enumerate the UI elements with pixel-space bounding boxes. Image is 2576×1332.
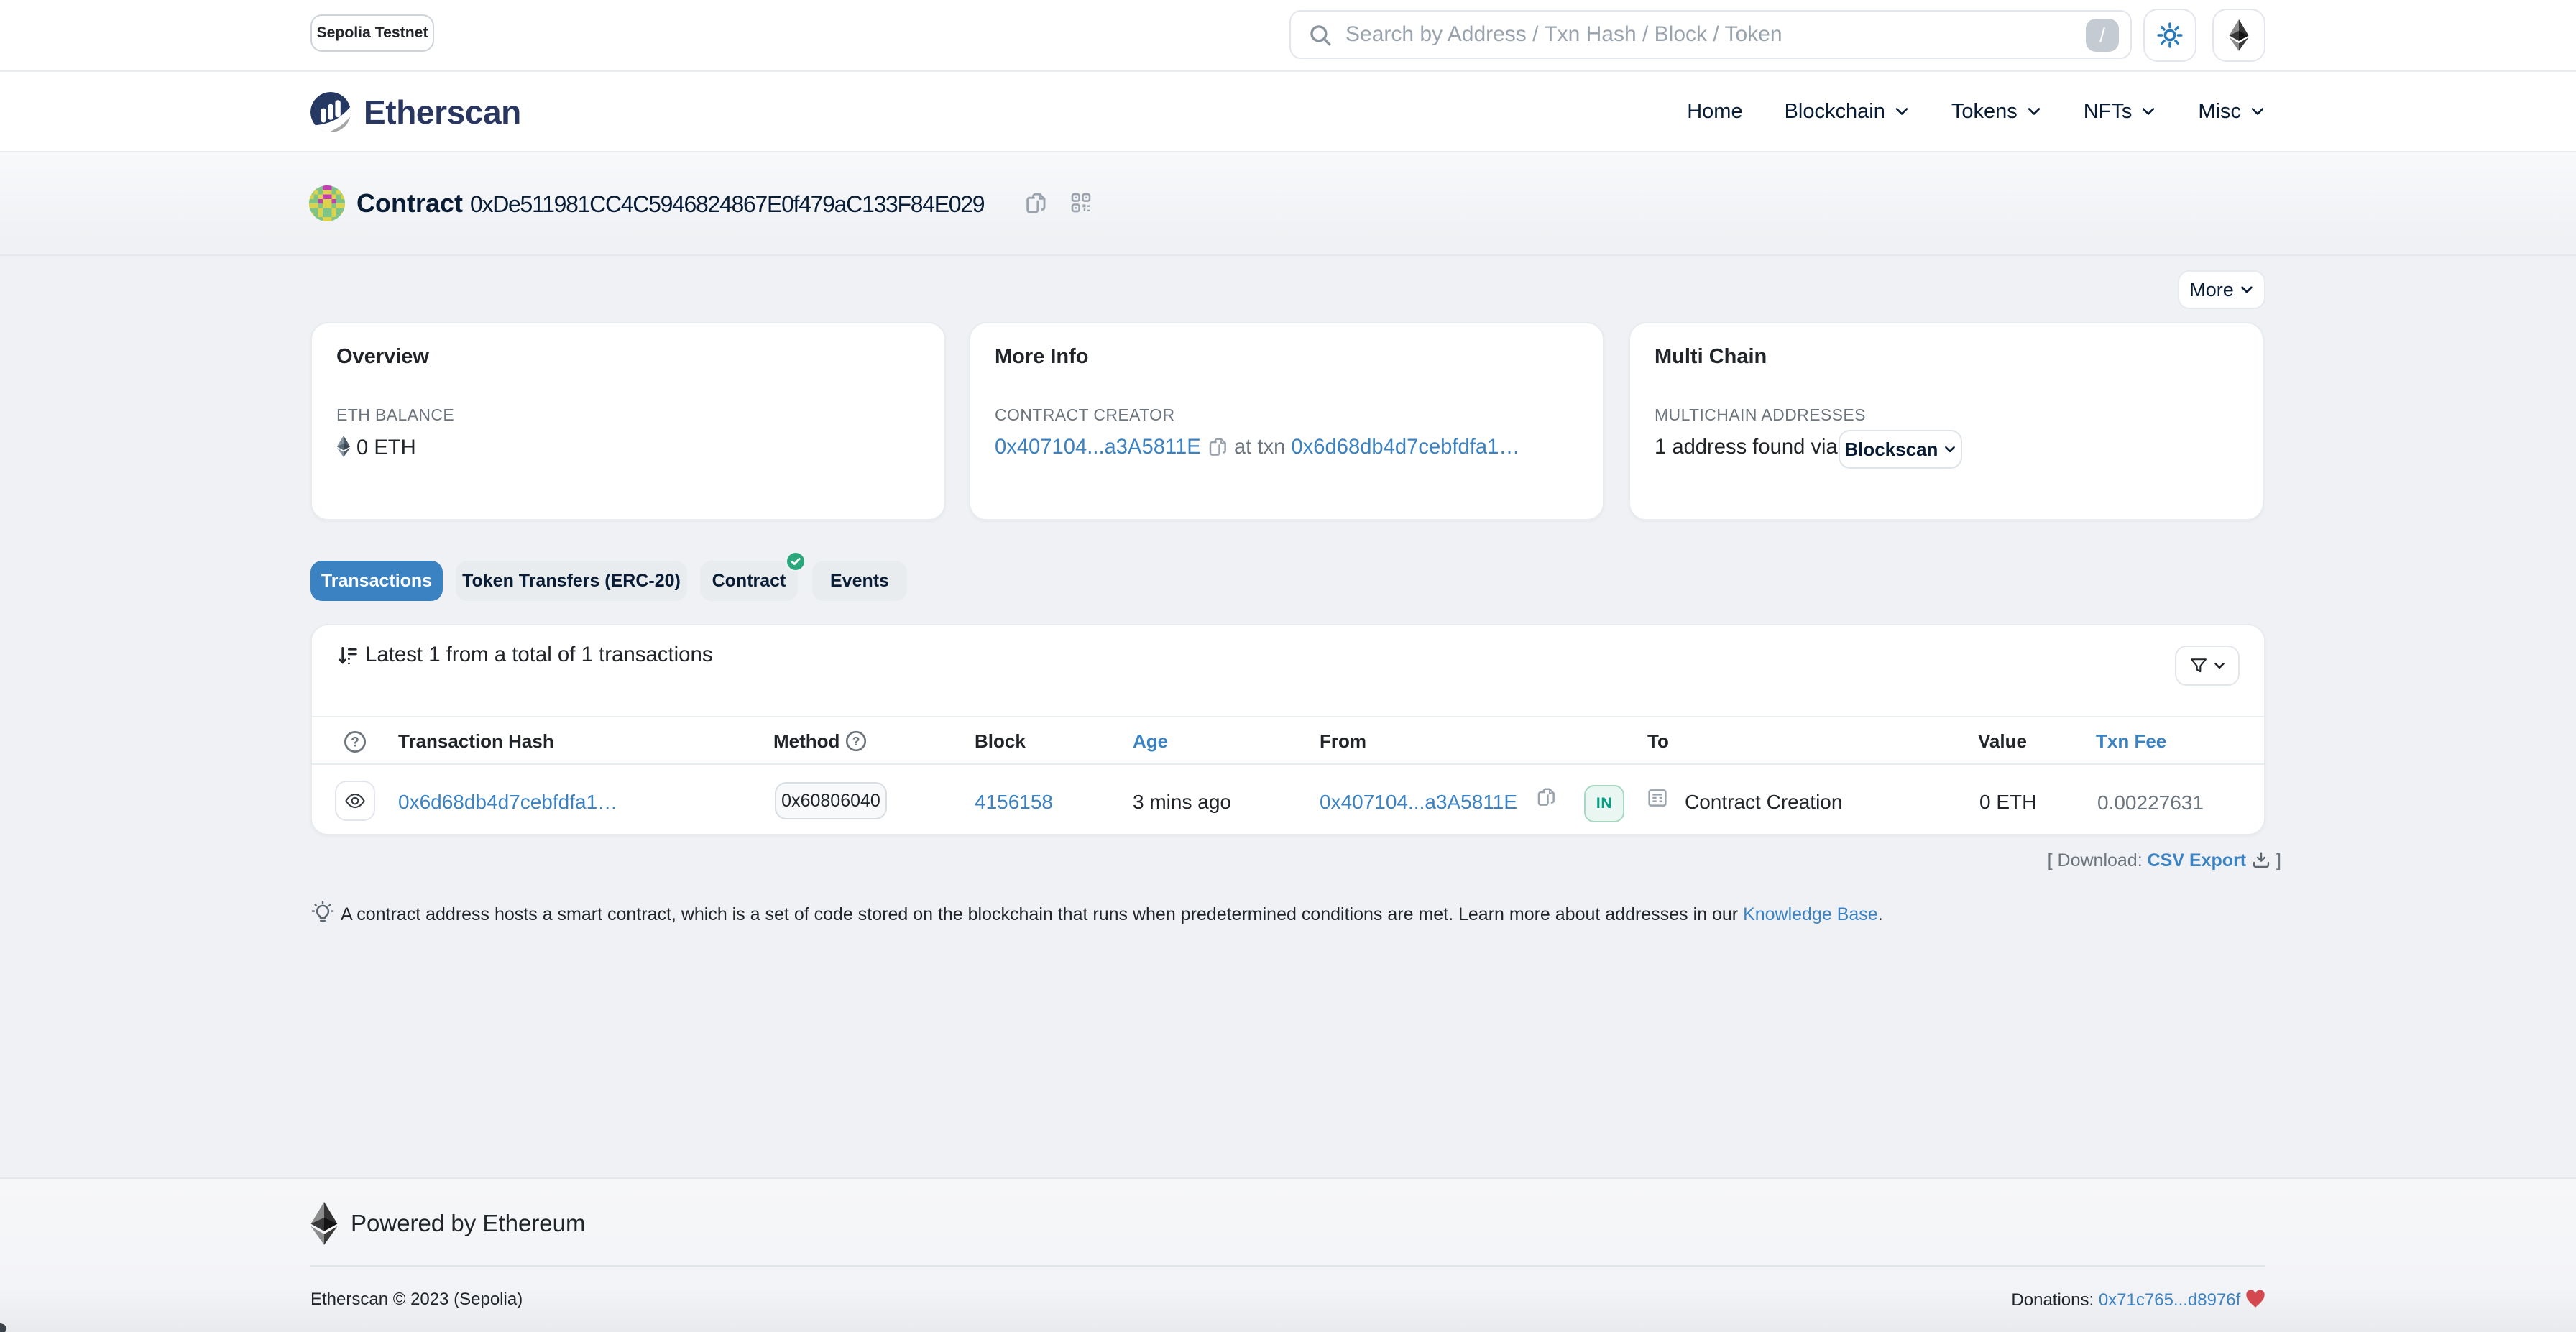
svg-text:?: ? — [351, 735, 359, 750]
svg-text:?: ? — [852, 734, 860, 748]
